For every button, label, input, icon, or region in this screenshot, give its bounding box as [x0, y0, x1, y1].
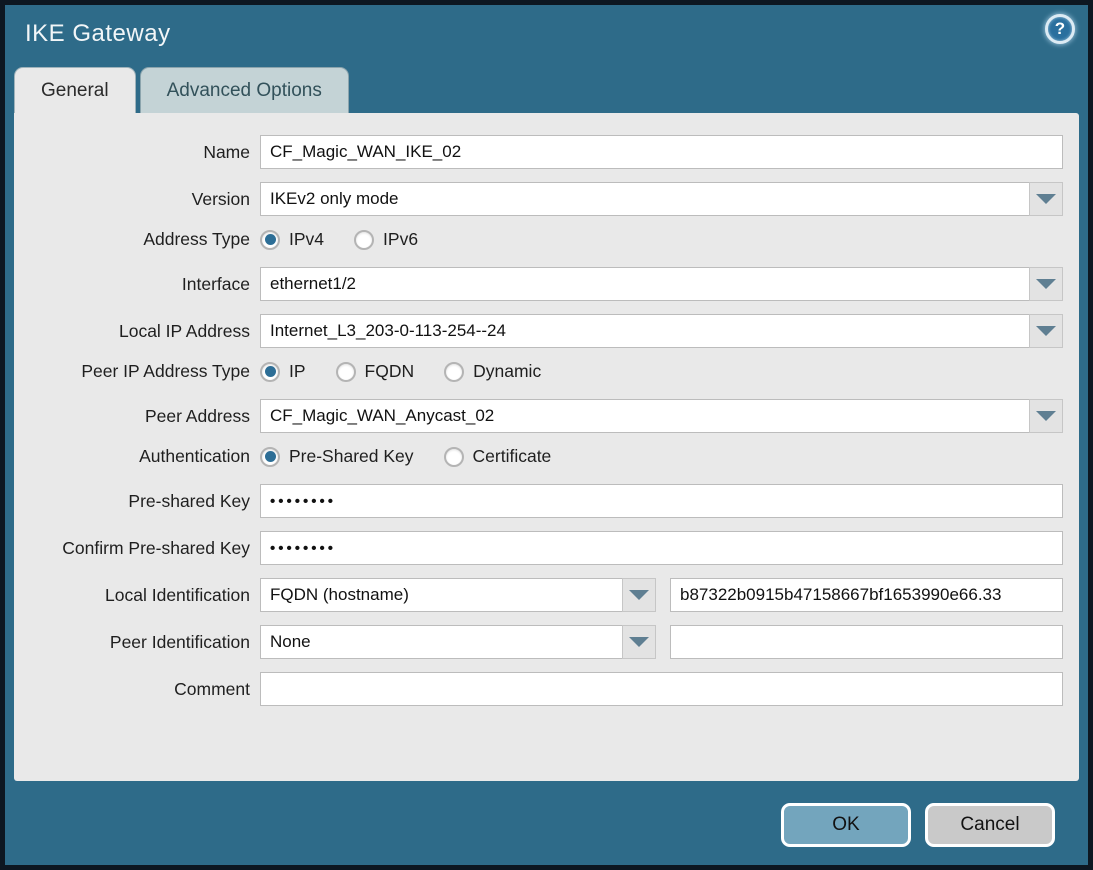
interface-value[interactable]: ethernet1/2 — [260, 267, 1029, 301]
tab-advanced-options-label: Advanced Options — [167, 80, 322, 102]
pre-shared-key-label: Pre-shared Key — [14, 491, 260, 512]
radio-ipv6-label: IPv6 — [383, 229, 418, 250]
tab-bar: General Advanced Options — [5, 67, 1088, 113]
name-input[interactable] — [260, 135, 1063, 169]
confirm-pre-shared-key-row: Confirm Pre-shared Key — [14, 531, 1063, 565]
radio-fqdn-circle[interactable] — [336, 362, 356, 382]
interface-label: Interface — [14, 274, 260, 295]
dialog-title: IKE Gateway — [25, 20, 171, 48]
local-identification-type-dropdown[interactable]: FQDN (hostname) — [260, 578, 656, 612]
version-value[interactable]: IKEv2 only mode — [260, 182, 1029, 216]
name-label: Name — [14, 142, 260, 163]
peer-identification-row: Peer Identification None — [14, 625, 1063, 659]
address-type-label: Address Type — [14, 229, 260, 250]
tab-advanced-options[interactable]: Advanced Options — [140, 67, 349, 113]
radio-ipv6[interactable]: IPv6 — [354, 229, 418, 250]
local-identification-value-input[interactable] — [670, 578, 1063, 612]
peer-address-value[interactable]: CF_Magic_WAN_Anycast_02 — [260, 399, 1029, 433]
radio-certificate-circle[interactable] — [444, 447, 464, 467]
chevron-down-icon — [629, 590, 649, 600]
help-icon[interactable]: ? — [1045, 14, 1075, 44]
confirm-pre-shared-key-label: Confirm Pre-shared Key — [14, 538, 260, 559]
peer-identification-type-value[interactable]: None — [260, 625, 622, 659]
radio-dynamic[interactable]: Dynamic — [444, 361, 541, 382]
local-ip-address-dropdown[interactable]: Internet_L3_203-0-113-254--24 — [260, 314, 1063, 348]
local-ip-address-value[interactable]: Internet_L3_203-0-113-254--24 — [260, 314, 1029, 348]
confirm-pre-shared-key-input[interactable] — [260, 531, 1063, 565]
radio-ip[interactable]: IP — [260, 361, 306, 382]
peer-ip-address-type-label: Peer IP Address Type — [14, 361, 260, 382]
dialog-footer: OK Cancel — [781, 803, 1055, 847]
local-identification-type-value[interactable]: FQDN (hostname) — [260, 578, 622, 612]
chevron-down-icon — [1036, 279, 1056, 289]
radio-pre-shared-key-circle[interactable] — [260, 447, 280, 467]
version-label: Version — [14, 189, 260, 210]
peer-address-dropdown-button[interactable] — [1029, 399, 1063, 433]
pre-shared-key-row: Pre-shared Key — [14, 484, 1063, 518]
general-tab-panel: Name Version IKEv2 only mode Address Typ… — [14, 113, 1079, 781]
radio-certificate[interactable]: Certificate — [444, 446, 552, 467]
peer-address-dropdown[interactable]: CF_Magic_WAN_Anycast_02 — [260, 399, 1063, 433]
local-ip-address-dropdown-button[interactable] — [1029, 314, 1063, 348]
radio-pre-shared-key-label: Pre-Shared Key — [289, 446, 414, 467]
local-ip-address-label: Local IP Address — [14, 321, 260, 342]
radio-fqdn-label: FQDN — [365, 361, 415, 382]
local-identification-label: Local Identification — [14, 585, 260, 606]
interface-dropdown[interactable]: ethernet1/2 — [260, 267, 1063, 301]
interface-row: Interface ethernet1/2 — [14, 267, 1063, 301]
radio-ipv4-circle[interactable] — [260, 230, 280, 250]
radio-ip-label: IP — [289, 361, 306, 382]
peer-identification-value-input[interactable] — [670, 625, 1063, 659]
pre-shared-key-input[interactable] — [260, 484, 1063, 518]
tab-general[interactable]: General — [14, 67, 136, 113]
local-ip-address-row: Local IP Address Internet_L3_203-0-113-2… — [14, 314, 1063, 348]
help-glyph: ? — [1055, 19, 1065, 39]
chevron-down-icon — [1036, 411, 1056, 421]
interface-dropdown-button[interactable] — [1029, 267, 1063, 301]
local-identification-row: Local Identification FQDN (hostname) — [14, 578, 1063, 612]
peer-identification-dropdown-button[interactable] — [622, 625, 656, 659]
peer-ip-address-type-row: Peer IP Address Type IP FQDN Dynamic — [14, 361, 1063, 382]
dialog-titlebar: IKE Gateway ? — [5, 5, 1088, 67]
ok-button[interactable]: OK — [781, 803, 911, 847]
radio-ipv6-circle[interactable] — [354, 230, 374, 250]
chevron-down-icon — [1036, 326, 1056, 336]
peer-identification-label: Peer Identification — [14, 632, 260, 653]
ike-gateway-dialog: IKE Gateway ? General Advanced Options N… — [0, 0, 1093, 870]
peer-address-row: Peer Address CF_Magic_WAN_Anycast_02 — [14, 399, 1063, 433]
comment-input[interactable] — [260, 672, 1063, 706]
radio-ipv4[interactable]: IPv4 — [260, 229, 324, 250]
radio-dynamic-circle[interactable] — [444, 362, 464, 382]
authentication-row: Authentication Pre-Shared Key Certificat… — [14, 446, 1063, 467]
authentication-label: Authentication — [14, 446, 260, 467]
comment-row: Comment — [14, 672, 1063, 706]
tab-general-label: General — [41, 80, 109, 102]
comment-label: Comment — [14, 679, 260, 700]
version-dropdown-button[interactable] — [1029, 182, 1063, 216]
radio-fqdn[interactable]: FQDN — [336, 361, 415, 382]
version-row: Version IKEv2 only mode — [14, 182, 1063, 216]
local-identification-dropdown-button[interactable] — [622, 578, 656, 612]
radio-ip-circle[interactable] — [260, 362, 280, 382]
cancel-button[interactable]: Cancel — [925, 803, 1055, 847]
radio-ipv4-label: IPv4 — [289, 229, 324, 250]
peer-identification-type-dropdown[interactable]: None — [260, 625, 656, 659]
chevron-down-icon — [1036, 194, 1056, 204]
radio-pre-shared-key[interactable]: Pre-Shared Key — [260, 446, 414, 467]
radio-dynamic-label: Dynamic — [473, 361, 541, 382]
address-type-row: Address Type IPv4 IPv6 — [14, 229, 1063, 250]
radio-certificate-label: Certificate — [473, 446, 552, 467]
name-row: Name — [14, 135, 1063, 169]
peer-address-label: Peer Address — [14, 406, 260, 427]
version-dropdown[interactable]: IKEv2 only mode — [260, 182, 1063, 216]
chevron-down-icon — [629, 637, 649, 647]
